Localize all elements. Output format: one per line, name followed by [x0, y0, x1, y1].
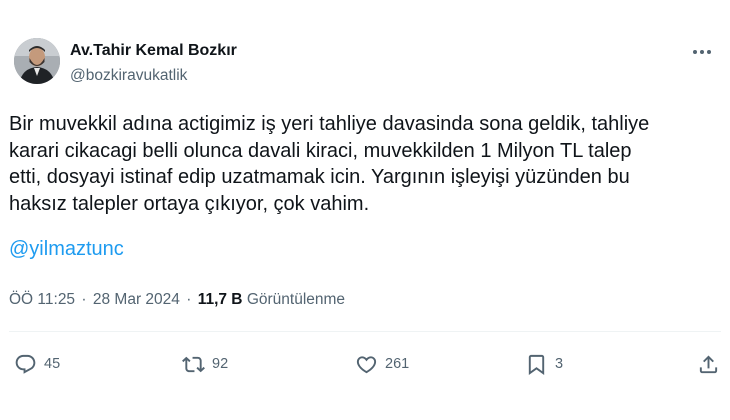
tweet-text-line: Bir muvekkil adına actigimiz iş yeri tah…	[9, 113, 650, 135]
more-options-button[interactable]	[690, 42, 714, 62]
retweet-icon	[182, 356, 205, 372]
more-dots-icon	[693, 50, 711, 54]
share-icon	[699, 354, 718, 373]
tweet-header: Av.Tahir Kemal Bozkır @bozkiravukatlik	[14, 38, 716, 92]
meta-separator: ·	[186, 291, 192, 308]
mention-link[interactable]: @yilmaztunc	[9, 236, 124, 262]
tweet-text-line: karari cikacagi belli olunca davali kira…	[9, 139, 632, 162]
avatar[interactable]	[14, 38, 60, 84]
reply-count: 45	[44, 356, 61, 372]
avatar-image	[14, 38, 60, 84]
bookmark-button[interactable]: 3	[525, 346, 563, 382]
tweet-card: Av.Tahir Kemal Bozkır @bozkiravukatlik B…	[0, 0, 730, 420]
like-count: 261	[385, 356, 410, 372]
heart-icon	[356, 355, 377, 373]
bookmark-icon	[528, 354, 545, 375]
like-button[interactable]: 261	[355, 346, 409, 382]
action-bar: 45 92 261 3	[0, 346, 730, 382]
meta-separator: ·	[81, 291, 87, 308]
tweet-text-line: haksız talepler ortaya çıkıyor, çok vahi…	[9, 192, 370, 215]
reply-button[interactable]: 45	[14, 346, 60, 382]
author-display-name[interactable]: Av.Tahir Kemal Bozkır	[70, 41, 237, 61]
author-names: Av.Tahir Kemal Bozkır @bozkiravukatlik	[70, 41, 237, 86]
tweet-text: Bir muvekkil adına actigimiz iş yeri tah…	[9, 111, 721, 217]
retweet-button[interactable]: 92	[182, 346, 228, 382]
tweet-text-line: etti, dosyayi istinaf edip uzatmamak ici…	[9, 166, 630, 188]
author-handle[interactable]: @bozkiravukatlik	[70, 66, 237, 86]
divider	[9, 331, 721, 332]
reply-icon	[15, 354, 36, 374]
bookmark-count: 3	[555, 356, 564, 372]
views-count: 11,7 B	[197, 291, 243, 308]
tweet-meta: ÖÖ 11:25 · 28 Mar 2024 · 11,7 B Görüntül…	[9, 290, 345, 310]
tweet-time[interactable]: ÖÖ 11:25	[9, 291, 75, 308]
retweet-count: 92	[212, 356, 229, 372]
share-button[interactable]	[697, 346, 720, 382]
tweet-date[interactable]: 28 Mar 2024	[93, 291, 180, 308]
views-label: Görüntülenme	[246, 291, 346, 308]
